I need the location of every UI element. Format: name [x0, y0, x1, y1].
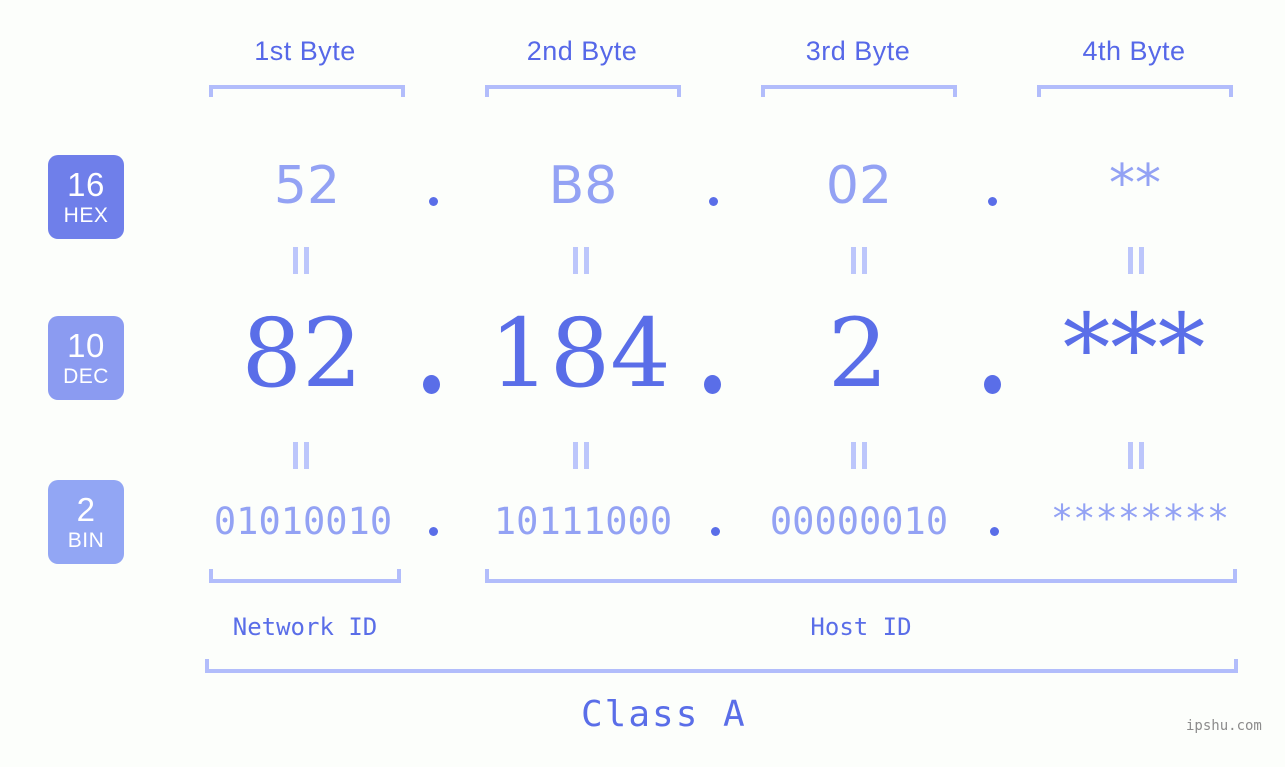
- dec-separator-dot-2: [704, 375, 721, 394]
- row-badge-hex: 16 HEX: [48, 155, 124, 239]
- hex-value-byte-4: **: [1109, 154, 1161, 214]
- byte-bracket-2: [485, 85, 681, 97]
- row-badge-dec-name: DEC: [63, 365, 109, 388]
- row-badge-bin-name: BIN: [67, 529, 105, 552]
- byte-header-label-4: 4th Byte: [1082, 36, 1186, 66]
- bin-separator-dot-3: [990, 527, 999, 536]
- bin-value-byte-3: 00000010: [769, 500, 949, 543]
- dec-separator-dot-1: [423, 375, 440, 394]
- hex-separator-dot-1: [429, 197, 438, 206]
- equals-mark-hex-dec-4: [1127, 247, 1146, 274]
- bin-value-byte-4: ********: [1050, 497, 1230, 540]
- hex-value-byte-3: 02: [825, 156, 893, 216]
- ip-byte-breakdown-diagram: 1st Byte 2nd Byte 3rd Byte 4th Byte 16 H…: [0, 0, 1285, 767]
- network-id-bracket: [209, 569, 401, 583]
- dec-value-byte-3: 2: [827, 299, 889, 409]
- row-badge-bin: 2 BIN: [48, 480, 124, 564]
- hex-value-byte-1: 52: [273, 156, 341, 216]
- class-bracket: [205, 659, 1238, 673]
- byte-bracket-3: [761, 85, 957, 97]
- row-badge-hex-name: HEX: [63, 204, 109, 227]
- dec-value-byte-2: 184: [489, 299, 671, 409]
- equals-mark-dec-bin-2: [572, 442, 591, 469]
- byte-header-label-2: 2nd Byte: [526, 36, 638, 66]
- hex-separator-dot-2: [709, 197, 718, 206]
- row-badge-dec-base: 10: [67, 327, 105, 364]
- equals-mark-hex-dec-2: [572, 247, 591, 274]
- hex-value-byte-2: B8: [548, 156, 618, 216]
- byte-bracket-4: [1037, 85, 1233, 97]
- network-id-label: Network ID: [232, 613, 378, 641]
- row-badge-dec: 10 DEC: [48, 316, 124, 400]
- byte-header-label-1: 1st Byte: [254, 36, 356, 66]
- equals-mark-hex-dec-1: [292, 247, 311, 274]
- dec-value-byte-4: ***: [1062, 294, 1206, 404]
- host-id-label: Host ID: [810, 613, 912, 641]
- dec-separator-dot-3: [984, 375, 1001, 394]
- bin-separator-dot-2: [711, 527, 720, 536]
- equals-mark-dec-bin-4: [1127, 442, 1146, 469]
- bin-value-byte-1: 01010010: [213, 500, 393, 543]
- hex-separator-dot-3: [988, 197, 997, 206]
- byte-bracket-1: [209, 85, 405, 97]
- dec-value-byte-1: 82: [241, 299, 363, 409]
- bin-separator-dot-1: [429, 527, 438, 536]
- row-badge-bin-base: 2: [76, 491, 96, 528]
- site-watermark: ipshu.com: [1186, 718, 1262, 734]
- equals-mark-dec-bin-3: [850, 442, 869, 469]
- class-label: Class A: [581, 694, 747, 735]
- equals-mark-dec-bin-1: [292, 442, 311, 469]
- bin-value-byte-2: 10111000: [493, 500, 673, 543]
- byte-header-label-3: 3rd Byte: [805, 36, 911, 66]
- row-badge-hex-base: 16: [67, 166, 105, 203]
- equals-mark-hex-dec-3: [850, 247, 869, 274]
- host-id-bracket: [485, 569, 1237, 583]
